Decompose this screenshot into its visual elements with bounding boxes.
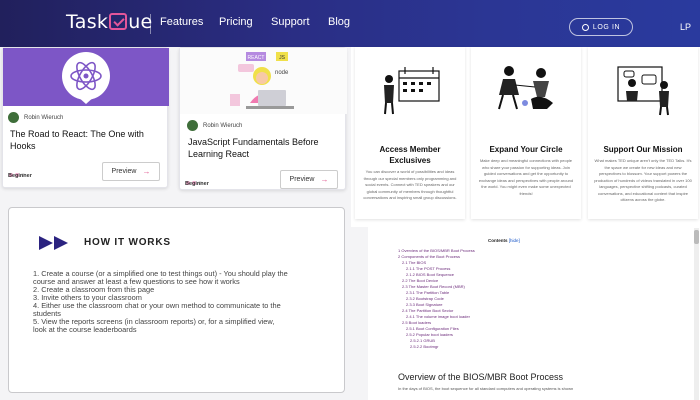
hide-contents-link[interactable]: [hide] [509, 238, 520, 243]
author: Robin Wieruch [187, 120, 242, 131]
nav-link-features[interactable]: Features [160, 16, 203, 28]
nav-link-pricing[interactable]: Pricing [219, 16, 253, 28]
logo-divider [150, 14, 151, 34]
calendar-icon [384, 67, 440, 115]
author: Robin Wieruch [8, 112, 63, 123]
people-circle-icon [498, 66, 553, 110]
login-label: LOG IN [592, 23, 621, 31]
badge-node: node [275, 70, 289, 76]
feature-card: Access Member Exclusives You can discove… [355, 47, 465, 219]
scrollbar-thumb[interactable] [694, 230, 699, 244]
course-thumbnail: REACT JS node [180, 48, 347, 114]
avatar [187, 120, 198, 131]
membership-features: Access Member Exclusives You can discove… [351, 47, 700, 227]
step-line: 4. Either use the classroom chat or your… [33, 301, 281, 310]
article-document: Contents [hide] 1 Overview of the BIOS/M… [368, 227, 700, 400]
user-icon [581, 23, 589, 31]
how-it-works-card: HOW IT WORKS 1. Create a course (or a si… [8, 207, 345, 393]
feature-text: What makes TED unique aren't only the TE… [594, 158, 692, 202]
step-line: look at the course leaderboards [33, 325, 137, 334]
preview-button[interactable]: Preview → [280, 170, 338, 189]
author-name: Robin Wieruch [203, 122, 243, 129]
nav-extra[interactable]: LP [680, 22, 691, 32]
logo-text-pre: Task [66, 11, 109, 33]
how-it-works-steps: 1. Create a course (or a simplified one … [33, 270, 343, 334]
course-card[interactable]: REACT JS node Robin Wieruch JavaScript F… [179, 47, 347, 190]
scrollbar[interactable] [694, 228, 699, 400]
nav-link-support[interactable]: Support [271, 16, 310, 28]
section-body: In the days of BIOS, the boot sequence f… [398, 386, 574, 391]
feature-card: Expand Your Circle Make deep and meaning… [471, 47, 581, 219]
course-thumbnail [3, 48, 169, 106]
preview-label: Preview [289, 176, 315, 183]
arrow-right-icon: → [320, 175, 329, 184]
feature-title: Support Our Mission [603, 145, 683, 154]
how-it-works-title: HOW IT WORKS [84, 237, 171, 248]
logo-check-icon [109, 12, 128, 30]
toc-item[interactable]: 2.5.2.2 Bootmgr [398, 344, 475, 350]
section-heading: Overview of the BIOS/MBR Boot Process [398, 372, 564, 382]
arrow-right-icon: → [142, 167, 151, 176]
author-name: Robin Wieruch [24, 114, 64, 121]
login-button[interactable]: LOG IN [569, 18, 633, 36]
logo[interactable]: Task ue [66, 11, 153, 33]
level-label: Beginner [185, 181, 209, 187]
fast-forward-icon [39, 236, 68, 250]
feature-text: You can discover a world of possibilitie… [363, 169, 457, 200]
preview-label: Preview [111, 168, 137, 175]
contents-heading: Contents [hide] [488, 238, 520, 243]
feature-card: Support Our Mission What makes TED uniqu… [588, 47, 698, 219]
feature-title: Expand Your Circle [489, 145, 563, 154]
level-label: Beginner [8, 173, 32, 179]
feature-text: Make deep and meaningful connections wit… [478, 158, 574, 196]
course-title[interactable]: JavaScript Fundamentals Before Learning … [188, 136, 338, 160]
badge-js: JS [279, 55, 286, 61]
developer-illustration: REACT JS node [230, 52, 294, 109]
nav-link-blog[interactable]: Blog [328, 16, 350, 28]
preview-button[interactable]: Preview → [102, 162, 160, 181]
logo-text-post: ue [128, 11, 153, 33]
feature-title: Access Member Exclusives [379, 145, 441, 165]
course-title[interactable]: The Road to React: The One with Hooks [10, 128, 160, 152]
avatar [8, 112, 19, 123]
top-nav: Task ue Features Pricing Support Blog LOG… [0, 0, 700, 47]
chat-board-icon [617, 66, 669, 116]
course-card[interactable]: Robin Wieruch The Road to React: The One… [2, 47, 169, 188]
react-logo-illustration [62, 52, 110, 104]
table-of-contents: 1 Overview of the BIOS/MBR Boot Process … [398, 248, 475, 350]
badge-react: REACT [248, 55, 265, 61]
